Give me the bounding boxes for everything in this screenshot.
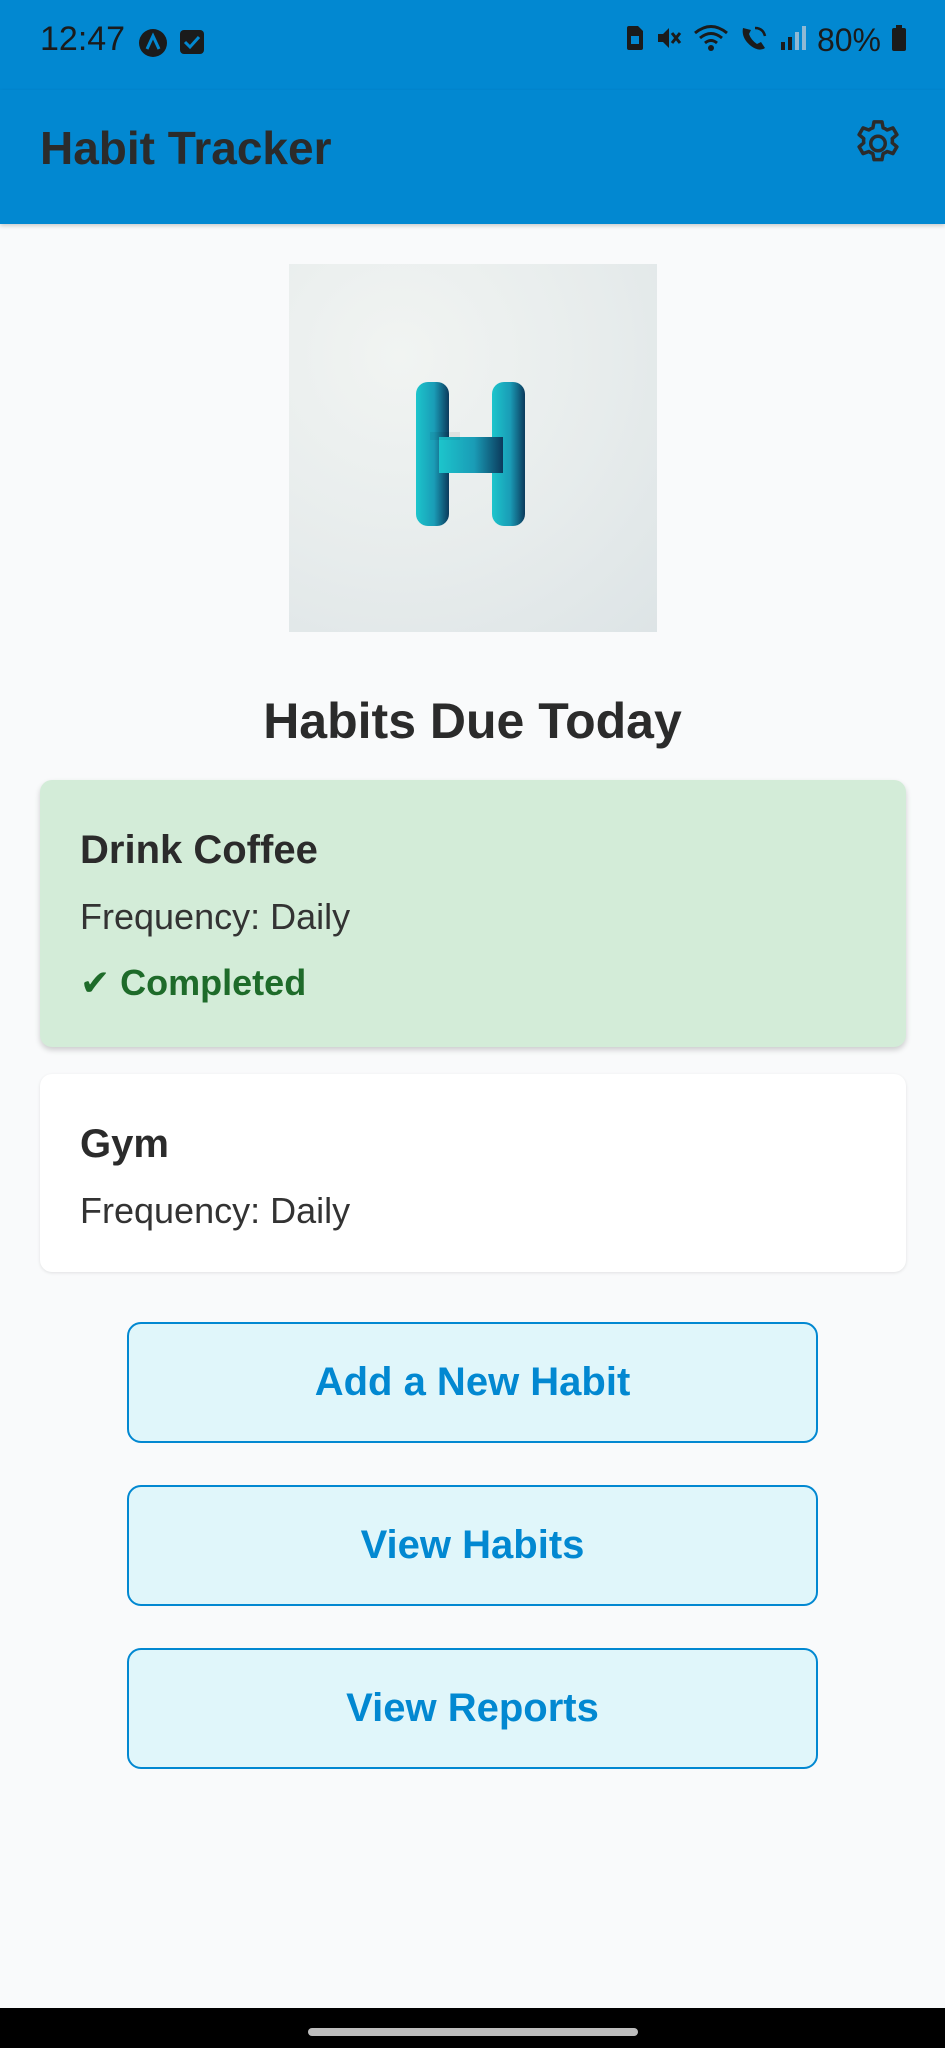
- status-bar: 12:47 80%: [0, 0, 945, 90]
- habit-frequency: Frequency: Daily: [80, 896, 351, 937]
- wifi-calling-icon: [739, 24, 769, 57]
- mute-icon: [655, 24, 683, 57]
- signal-icon: [779, 24, 807, 57]
- habit-card-drink-coffee[interactable]: Drink Coffee Frequency: Daily ✔ Complete…: [40, 780, 906, 1047]
- habit-frequency: Frequency: Daily: [80, 1190, 351, 1231]
- battery-percentage: 80%: [816, 22, 881, 58]
- checkbox-notification-icon: [178, 28, 206, 63]
- navigation-bar: [0, 2008, 945, 2048]
- battery-icon: [891, 24, 907, 57]
- status-left-icons: [138, 28, 206, 63]
- add-habit-button[interactable]: Add a New Habit: [127, 1322, 818, 1443]
- assistant-icon: [138, 28, 168, 63]
- sim-card-icon: [625, 24, 645, 57]
- status-time: 12:47: [40, 20, 126, 58]
- habit-card-gym[interactable]: Gym Frequency: Daily: [40, 1074, 906, 1272]
- app-bar: Habit Tracker: [0, 90, 945, 224]
- app-title: Habit Tracker: [40, 122, 332, 174]
- wifi-icon: [693, 24, 729, 57]
- habit-name: Gym: [80, 1122, 169, 1166]
- habit-name: Drink Coffee: [80, 828, 318, 872]
- section-title: Habits Due Today: [263, 693, 682, 749]
- status-right-icons: 80%: [625, 22, 907, 59]
- gear-icon[interactable]: [850, 116, 906, 177]
- home-gesture-handle[interactable]: [308, 2028, 638, 2036]
- habit-completed-status: ✔ Completed: [80, 962, 307, 1003]
- view-habits-button[interactable]: View Habits: [127, 1485, 818, 1606]
- view-reports-button[interactable]: View Reports: [127, 1648, 818, 1769]
- app-logo: [289, 264, 657, 632]
- settings-button[interactable]: [849, 117, 907, 175]
